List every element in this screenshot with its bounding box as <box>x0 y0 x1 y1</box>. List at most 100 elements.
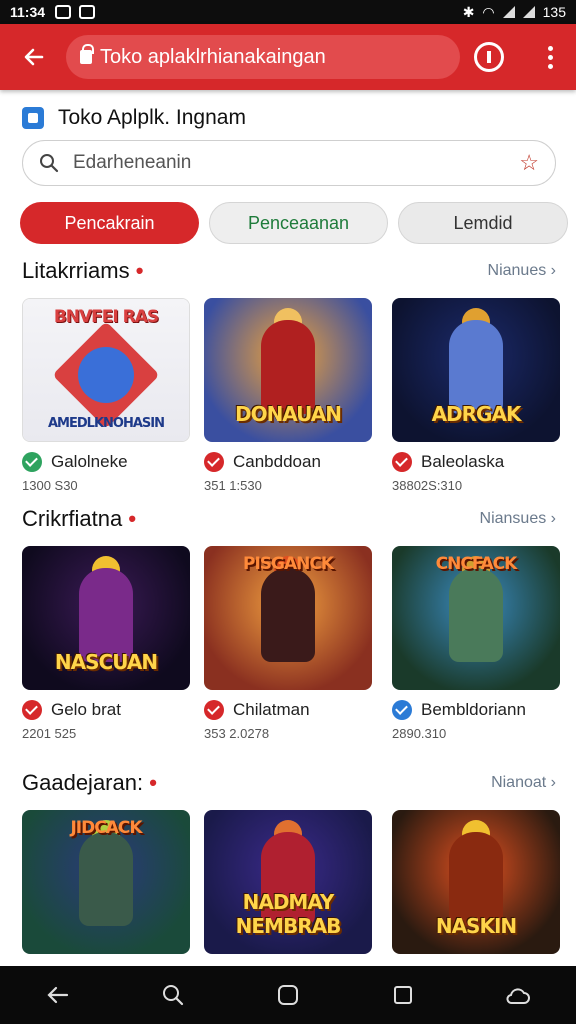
app-name-text: Gelo brat <box>51 700 121 719</box>
app-name-text: Chilatman <box>233 700 310 719</box>
emblem-circle <box>78 347 134 403</box>
app-card[interactable]: CNCFACK Bembldoriann 2890.310 <box>392 546 560 741</box>
app-meta: 1300 S30 <box>22 478 78 493</box>
app-card[interactable]: NASCUAN Gelo brat 2201 525 <box>22 546 190 741</box>
verified-check-icon <box>204 700 224 720</box>
browser-toolbar: Toko aplaklrhianakaingan <box>0 24 576 90</box>
section-more-link[interactable]: Niansues › <box>480 510 556 528</box>
search-input[interactable] <box>73 152 473 174</box>
app-thumbnail[interactable]: NADMAY NEMBRAB <box>204 810 372 954</box>
chip-2[interactable]: Penceaanan <box>209 202 388 244</box>
app-logo-icon <box>22 107 44 129</box>
nav-back-icon[interactable] <box>38 975 78 1015</box>
url-bar[interactable]: Toko aplaklrhianakaingan <box>66 35 460 79</box>
app-thumbnail[interactable]: CNCFACK <box>392 546 560 690</box>
section-header: Crikrfiatna • Niansues › <box>0 502 576 538</box>
app-thumbnail[interactable]: DONAUAN <box>204 298 372 442</box>
thumbnail-logo-text: NADMAY NEMBRAB <box>235 890 342 938</box>
app-name: Gelo brat <box>22 700 190 720</box>
section-title-text: Litakrriams <box>22 258 130 283</box>
nav-home-icon[interactable] <box>268 975 308 1015</box>
hero-figure <box>449 320 503 414</box>
thumbnail-top-text: JIDCACK <box>70 818 142 838</box>
section-2: Crikrfiatna • Niansues › NASCUAN Gelo br… <box>0 502 576 741</box>
app-thumbnail[interactable]: NASCUAN <box>22 546 190 690</box>
app-title: Toko Aplplk. Ingnam <box>22 106 246 130</box>
section-title-text: Crikrfiatna <box>22 506 123 531</box>
chip-3[interactable]: Lemdid <box>398 202 568 244</box>
section-title: Litakrriams • <box>22 258 143 284</box>
notification-icon <box>55 5 72 19</box>
verified-check-icon <box>22 700 42 720</box>
verified-check-icon <box>204 452 224 472</box>
system-nav-bar <box>0 966 576 1024</box>
notification-icon-2 <box>79 5 96 19</box>
app-name: Canbddoan <box>204 452 372 472</box>
app-thumbnail[interactable]: NASKIN <box>392 810 560 954</box>
nav-recents-icon[interactable] <box>383 975 423 1015</box>
status-time: 11:34 <box>10 4 46 20</box>
section-title-text: Gaadejaran: <box>22 770 144 795</box>
hero-figure <box>79 832 133 926</box>
status-bar: 11:34 ✱ ◠ 135 <box>0 0 576 24</box>
hero-figure <box>261 568 315 662</box>
app-card[interactable]: DONAUAN Canbddoan 351 1:530 <box>204 298 372 493</box>
search-bar[interactable]: ☆ <box>22 140 556 186</box>
thumbnail-top-text: CNCFACK <box>435 554 518 574</box>
thumbnail-logo-text: NASCUAN <box>54 650 158 674</box>
section-more-link[interactable]: Nianoat › <box>491 774 556 792</box>
nav-cloud-icon[interactable] <box>498 975 538 1015</box>
app-card[interactable]: PISGANCK Chilatman 353 2.0278 <box>204 546 372 741</box>
wifi-icon: ◠ <box>482 3 495 20</box>
filter-chips: Pencakrain Penceaanan Lemdid <box>20 202 568 244</box>
thumbnail-top-text: PISGANCK <box>242 554 334 574</box>
hero-figure <box>261 320 315 414</box>
app-thumbnail[interactable]: JIDCACK <box>22 810 190 954</box>
info-icon[interactable] <box>474 42 504 72</box>
app-meta: 353 2.0278 <box>204 726 270 741</box>
thumbnail-logo-text: ADRGAK <box>431 402 522 426</box>
app-name-text: Bembldoriann <box>421 700 526 719</box>
chevron-right-icon: › <box>550 774 556 791</box>
app-meta: 38802S:310 <box>392 478 463 493</box>
app-card[interactable]: NASKIN <box>392 810 560 954</box>
app-name: Chilatman <box>204 700 372 720</box>
app-name-text: Galolneke <box>51 452 128 471</box>
section-title-dot: • <box>135 258 144 283</box>
section-more-text: Nianues <box>487 262 547 279</box>
status-right-text: 135 <box>542 4 566 20</box>
app-name: Galolneke <box>22 452 190 472</box>
chevron-right-icon: › <box>550 510 556 527</box>
back-arrow-icon[interactable] <box>14 37 54 77</box>
app-card-row: NASCUAN Gelo brat 2201 525 PISGANCK Chil… <box>22 546 576 756</box>
signal-icon <box>502 6 515 18</box>
lock-icon <box>80 44 94 64</box>
app-thumbnail[interactable]: ADRGAK <box>392 298 560 442</box>
app-thumbnail[interactable]: PISGANCK <box>204 546 372 690</box>
store-page: Toko Aplplk. Ingnam ☆ Pencakrain Penceaa… <box>0 90 576 966</box>
app-card[interactable]: ADRGAK Baleolaska 38802S:310 <box>392 298 560 493</box>
more-vert-icon[interactable] <box>538 45 562 69</box>
chip-1[interactable]: Pencakrain <box>20 202 199 244</box>
section-more-link[interactable]: Nianues › <box>488 262 556 280</box>
verified-check-icon <box>392 452 412 472</box>
verified-check-icon <box>392 700 412 720</box>
star-icon[interactable]: ☆ <box>519 150 539 176</box>
section-more-text: Nianoat <box>491 774 547 791</box>
app-name: Baleolaska <box>392 452 560 472</box>
status-right: ✱ ◠ 135 <box>463 4 566 21</box>
section-1: Litakrriams • Nianues › BNVFEI RAS AMEDL… <box>0 254 576 493</box>
section-title: Crikrfiatna • <box>22 506 136 532</box>
bluetooth-icon: ✱ <box>462 3 475 20</box>
app-card[interactable]: JIDCACK <box>22 810 190 954</box>
app-card-row: BNVFEI RAS AMEDLKNOHASIN Galolneke 1300 … <box>22 298 576 508</box>
app-card[interactable]: NADMAY NEMBRAB <box>204 810 372 954</box>
app-card[interactable]: BNVFEI RAS AMEDLKNOHASIN Galolneke 1300 … <box>22 298 190 493</box>
chevron-right-icon: › <box>550 262 556 279</box>
hero-figure <box>79 568 133 662</box>
thumbnail-top-text: BNVFEI RAS <box>53 307 159 327</box>
nav-search-icon[interactable] <box>153 975 193 1015</box>
thumbnail-logo-text: DONAUAN <box>234 402 342 426</box>
section-title: Gaadejaran: • <box>22 770 157 796</box>
app-thumbnail[interactable]: BNVFEI RAS AMEDLKNOHASIN <box>22 298 190 442</box>
